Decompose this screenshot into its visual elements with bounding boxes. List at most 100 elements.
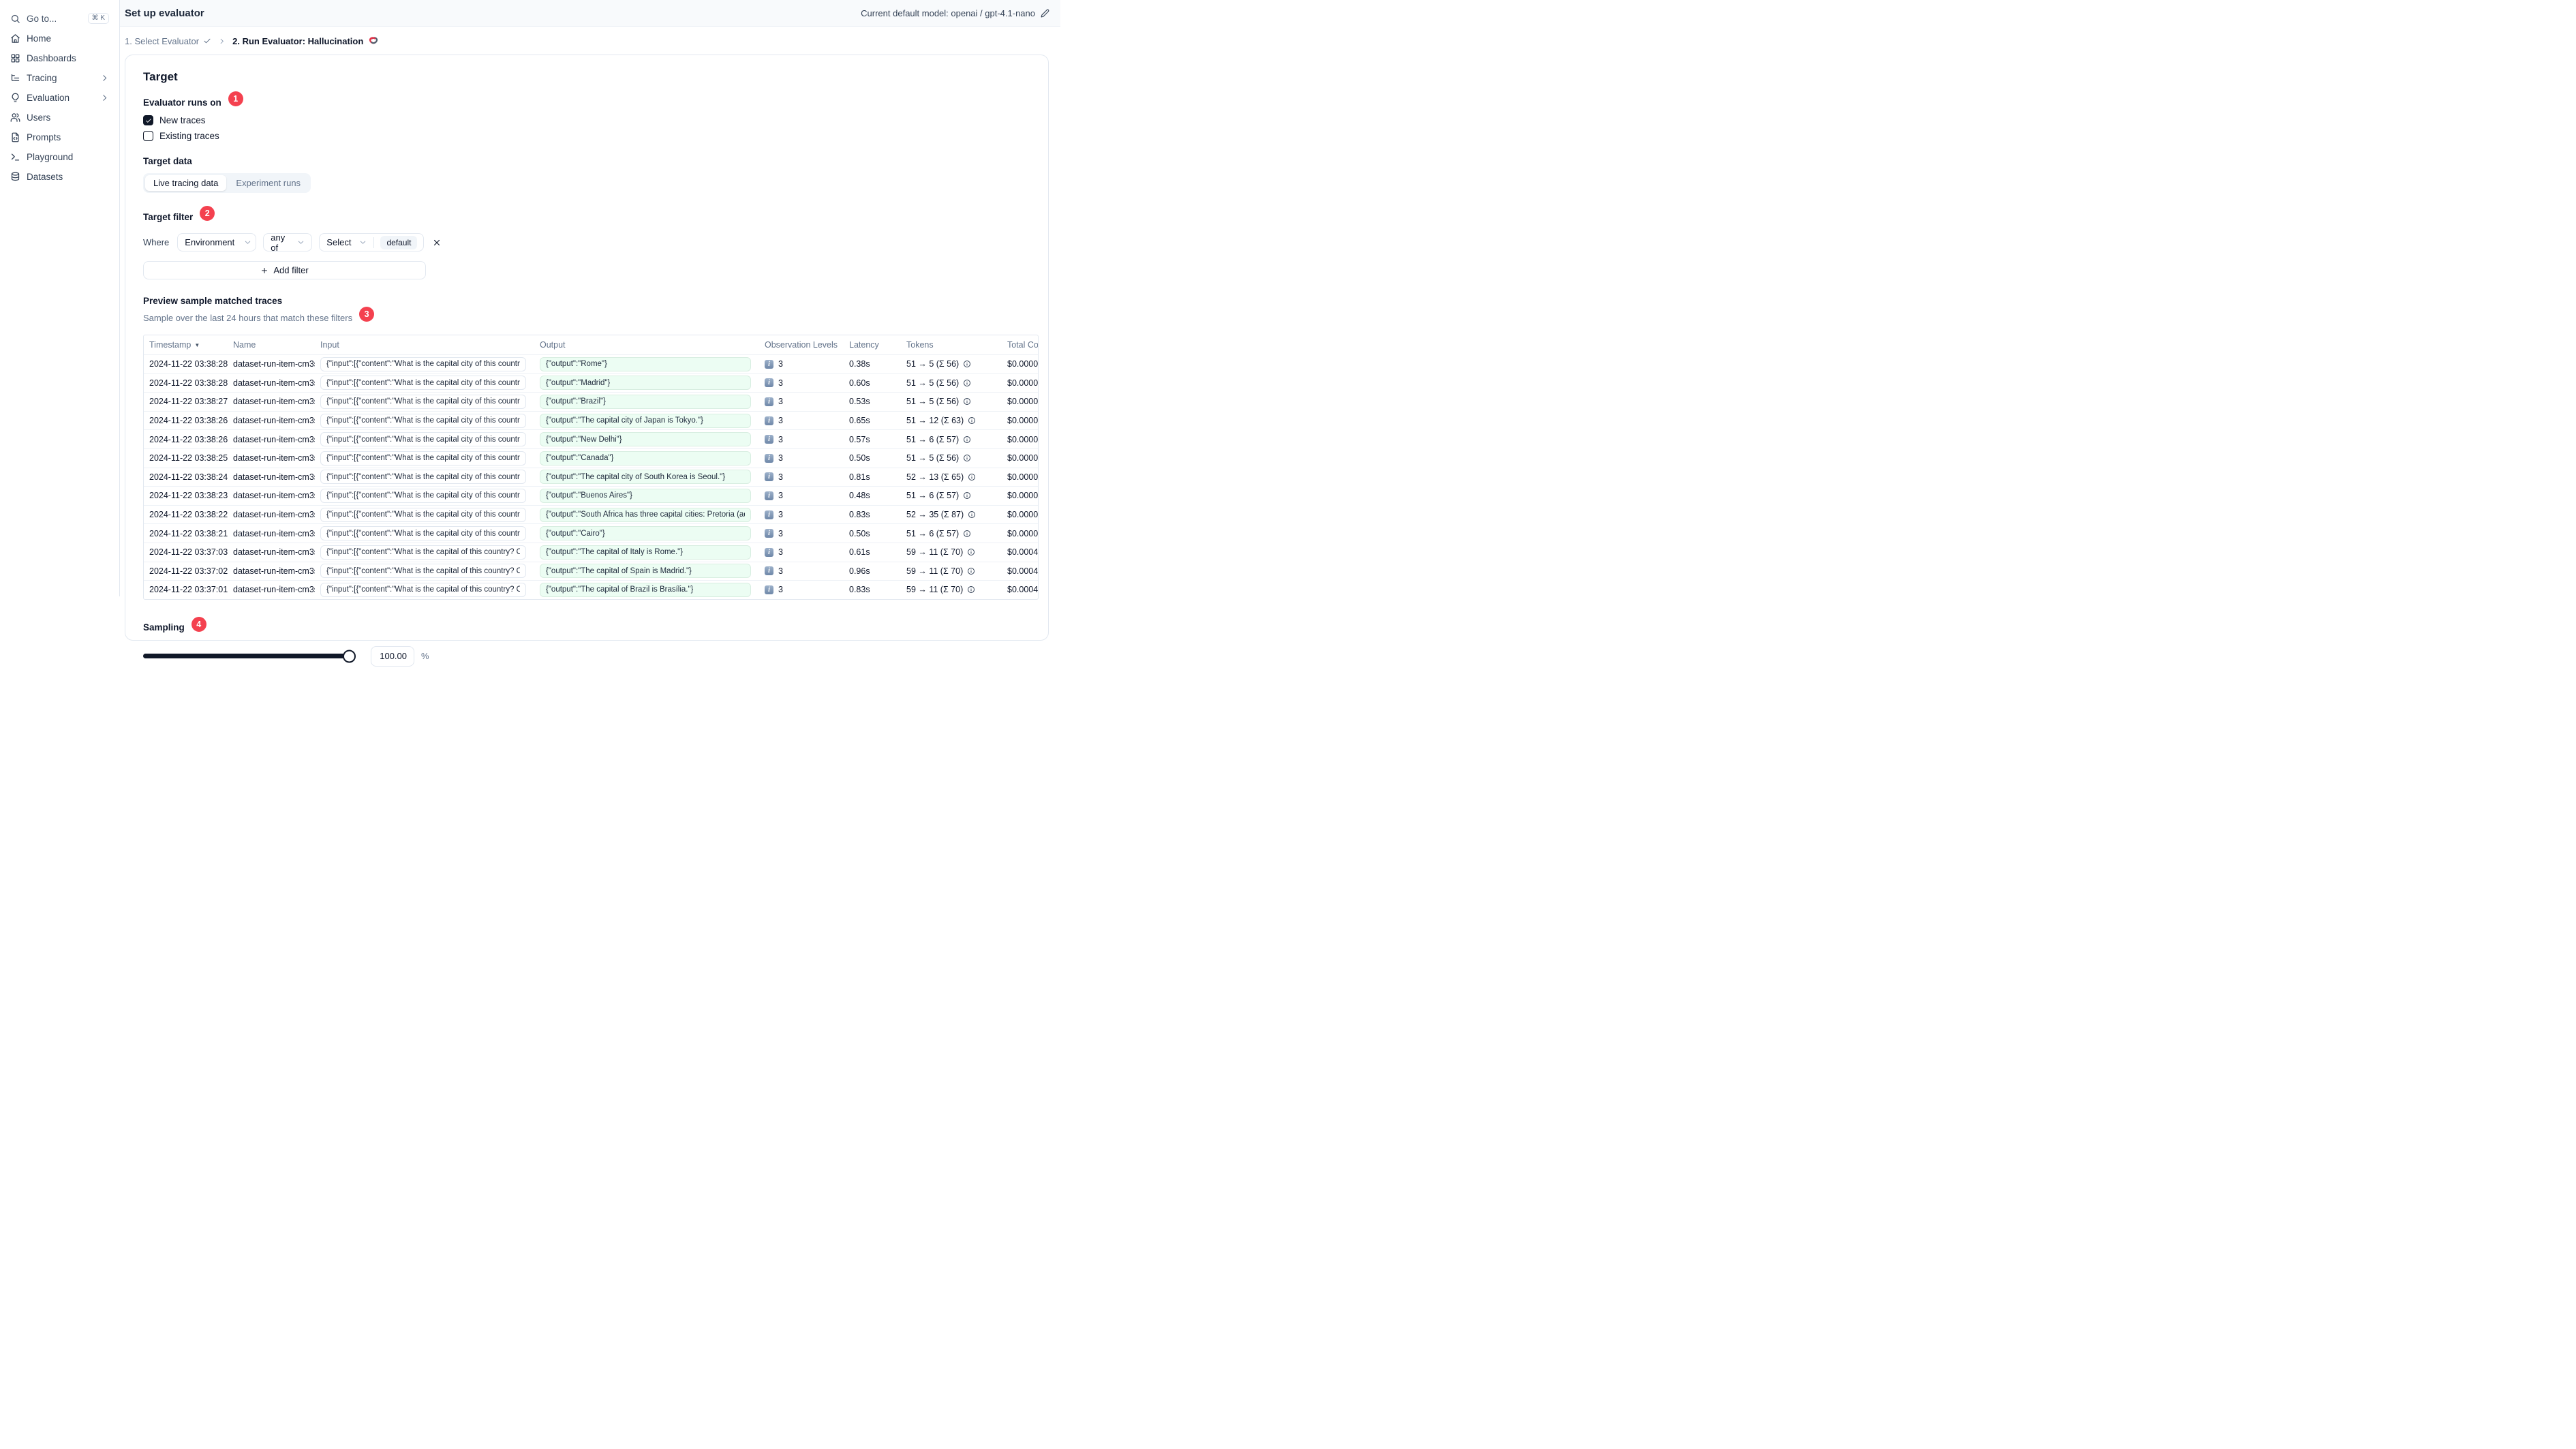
output-cell: {"output":"Brazil"} xyxy=(534,394,759,409)
table-row[interactable]: 2024-11-22 03:37:02 dataset-run-item-cm3s… xyxy=(144,561,1038,581)
filter-value-select[interactable]: Select default xyxy=(319,233,425,251)
latency-cell: 0.48s xyxy=(844,491,901,500)
sidebar-item-datasets[interactable]: Datasets xyxy=(0,167,119,187)
evaluator-runs-on-label: Evaluator runs on 1 xyxy=(143,91,243,110)
filter-field-select[interactable]: Environment xyxy=(177,233,257,251)
sidebar-item-users[interactable]: Users xyxy=(0,108,119,127)
column-header-timestamp[interactable]: Timestamp ▼ xyxy=(144,340,228,350)
table-row[interactable]: 2024-11-22 03:38:21 dataset-run-item-cm3s… xyxy=(144,523,1038,543)
sampling-value-input[interactable] xyxy=(371,645,414,667)
observation-levels-value: 3 xyxy=(778,566,783,576)
tab-experiment-runs[interactable]: Experiment runs xyxy=(228,175,309,191)
add-filter-button[interactable]: Add filter xyxy=(143,261,426,279)
table-row[interactable]: 2024-11-22 03:37:01 dataset-run-item-cm3s… xyxy=(144,580,1038,599)
output-chip: {"output":"The capital city of Japan is … xyxy=(540,413,751,428)
observation-levels-value: 3 xyxy=(778,434,783,444)
info-emoji-icon: i xyxy=(765,547,773,557)
timestamp-value: 2024-11-22 03:38:21 xyxy=(149,528,228,538)
timestamp-cell: 2024-11-22 03:38:23 xyxy=(144,491,228,500)
column-header-tokens[interactable]: Tokens xyxy=(901,340,1002,350)
table-row[interactable]: 2024-11-22 03:38:26 dataset-run-item-cm3s… xyxy=(144,410,1038,430)
column-header-latency[interactable]: Latency xyxy=(844,340,901,350)
info-circle-icon xyxy=(968,473,976,481)
output-value: {"output":"Canada"} xyxy=(546,454,614,463)
chevron-down-icon xyxy=(297,239,305,246)
checkbox-new-traces[interactable]: New traces xyxy=(143,115,1037,125)
sidebar-item-playground[interactable]: Playground xyxy=(0,147,119,167)
table-row[interactable]: 2024-11-22 03:38:22 dataset-run-item-cm3s… xyxy=(144,504,1038,524)
sidebar-item-evaluation[interactable]: Evaluation xyxy=(0,88,119,108)
tokens-cell: 51 → 5 (Σ 56) xyxy=(901,397,1002,406)
timestamp-cell: 2024-11-22 03:38:28 xyxy=(144,359,228,369)
table-row[interactable]: 2024-11-22 03:37:03 dataset-run-item-cm3s… xyxy=(144,542,1038,562)
tokens-cell: 59 → 11 (Σ 70) xyxy=(901,585,1002,594)
checkbox-unchecked-icon[interactable] xyxy=(143,131,153,141)
input-value: {"input":[{"content":"What is the capita… xyxy=(326,397,520,406)
column-header-obs[interactable]: Observation Levels xyxy=(759,340,844,350)
filter-operator-select[interactable]: any of xyxy=(263,232,313,253)
name-cell: dataset-run-item-cm3s4 xyxy=(228,397,315,406)
column-header-input[interactable]: Input xyxy=(315,340,534,350)
column-header-cost[interactable]: Total Cost xyxy=(1002,340,1038,350)
checkbox-checked-icon[interactable] xyxy=(143,115,153,125)
output-cell: {"output":"New Delhi"} xyxy=(534,432,759,447)
checkbox-existing-traces[interactable]: Existing traces xyxy=(143,131,1037,141)
output-cell: {"output":"Madrid"} xyxy=(534,376,759,391)
total-cost-value: $0.000011 ( xyxy=(1007,378,1039,388)
timestamp-value: 2024-11-22 03:38:26 xyxy=(149,434,228,444)
sidebar-item-tracing[interactable]: Tracing xyxy=(0,68,119,88)
breadcrumb-step-select-evaluator[interactable]: 1. Select Evaluator xyxy=(125,36,211,46)
slider-handle[interactable] xyxy=(343,650,356,663)
observation-levels-cell: i3 xyxy=(759,566,844,576)
sidebar-item-home[interactable]: Home xyxy=(0,29,119,48)
latency-value: 0.60s xyxy=(849,378,870,388)
name-cell: dataset-run-item-cm3s4 xyxy=(228,453,315,463)
table-row[interactable]: 2024-11-22 03:38:23 dataset-run-item-cm3s… xyxy=(144,486,1038,505)
name-cell: dataset-run-item-cm3s4 xyxy=(228,378,315,388)
total-cost-cell: $0.00046 ( xyxy=(1002,547,1038,557)
target-data-label: Target data xyxy=(143,156,192,166)
table-row[interactable]: 2024-11-22 03:38:28 dataset-run-item-cm3s… xyxy=(144,354,1038,373)
table-row[interactable]: 2024-11-22 03:38:27 dataset-run-item-cm3s… xyxy=(144,392,1038,411)
filter-value-placeholder-wrap[interactable]: Select xyxy=(320,237,373,247)
step-badge-2: 2 xyxy=(200,206,215,221)
table-row[interactable]: 2024-11-22 03:38:25 dataset-run-item-cm3s… xyxy=(144,448,1038,468)
output-value: {"output":"South Africa has three capita… xyxy=(546,510,745,519)
name-cell: dataset-run-item-cm3s4 xyxy=(228,472,315,482)
sidebar-item-label: Users xyxy=(27,112,51,123)
info-circle-icon xyxy=(968,416,976,425)
column-header-name[interactable]: Name xyxy=(228,340,315,350)
output-chip: {"output":"South Africa has three capita… xyxy=(540,507,751,522)
table-row[interactable]: 2024-11-22 03:38:28 dataset-run-item-cm3s… xyxy=(144,373,1039,393)
table-row[interactable]: 2024-11-22 03:38:24 dataset-run-item-cm3s… xyxy=(144,467,1038,487)
observation-levels-cell: i3 xyxy=(759,585,844,594)
remove-filter-icon[interactable] xyxy=(432,238,442,247)
input-value: {"input":[{"content":"What is the capita… xyxy=(326,566,520,575)
total-cost-cell: $0.000011 ( xyxy=(1002,397,1038,406)
timestamp-cell: 2024-11-22 03:37:03 xyxy=(144,547,228,557)
table-row[interactable]: 2024-11-22 03:38:26 dataset-run-item-cm3s… xyxy=(144,429,1038,448)
observation-levels-cell: i3 xyxy=(759,416,844,425)
tab-live-tracing-data[interactable]: Live tracing data xyxy=(145,175,227,191)
column-header-label: Latency xyxy=(849,340,879,350)
total-cost-cell: $0.000011 ( xyxy=(1002,435,1038,444)
output-chip: {"output":"The capital of Spain is Madri… xyxy=(540,564,751,579)
breadcrumb: 1. Select Evaluator 2. Run Evaluator: Ha… xyxy=(120,27,1060,55)
tokens-cell: 52 → 13 (Σ 65) xyxy=(901,472,1002,482)
latency-cell: 0.61s xyxy=(844,547,901,557)
goto-search[interactable]: Go to... ⌘ K xyxy=(0,8,119,29)
filter-value-chip: default xyxy=(380,235,418,249)
sidebar-item-dashboards[interactable]: Dashboards xyxy=(0,48,119,68)
breadcrumb-step1-label: 1. Select Evaluator xyxy=(125,35,200,46)
column-header-output[interactable]: Output xyxy=(534,340,759,350)
name-value: dataset-run-item-cm3s4 xyxy=(233,416,315,426)
sampling-slider[interactable] xyxy=(143,650,356,663)
sidebar-item-prompts[interactable]: Prompts xyxy=(0,127,119,147)
pencil-icon[interactable] xyxy=(1041,9,1049,18)
timestamp-cell: 2024-11-22 03:37:02 xyxy=(144,566,228,576)
observation-levels-cell: i3 xyxy=(759,453,844,463)
traces-preview-table: Timestamp ▼ Name Input Output Observation Lev… xyxy=(143,335,1039,600)
tokens-value: 59 → 11 (Σ 70) xyxy=(906,585,964,595)
observation-levels-cell: i3 xyxy=(759,529,844,538)
info-emoji-icon: i xyxy=(765,397,773,406)
